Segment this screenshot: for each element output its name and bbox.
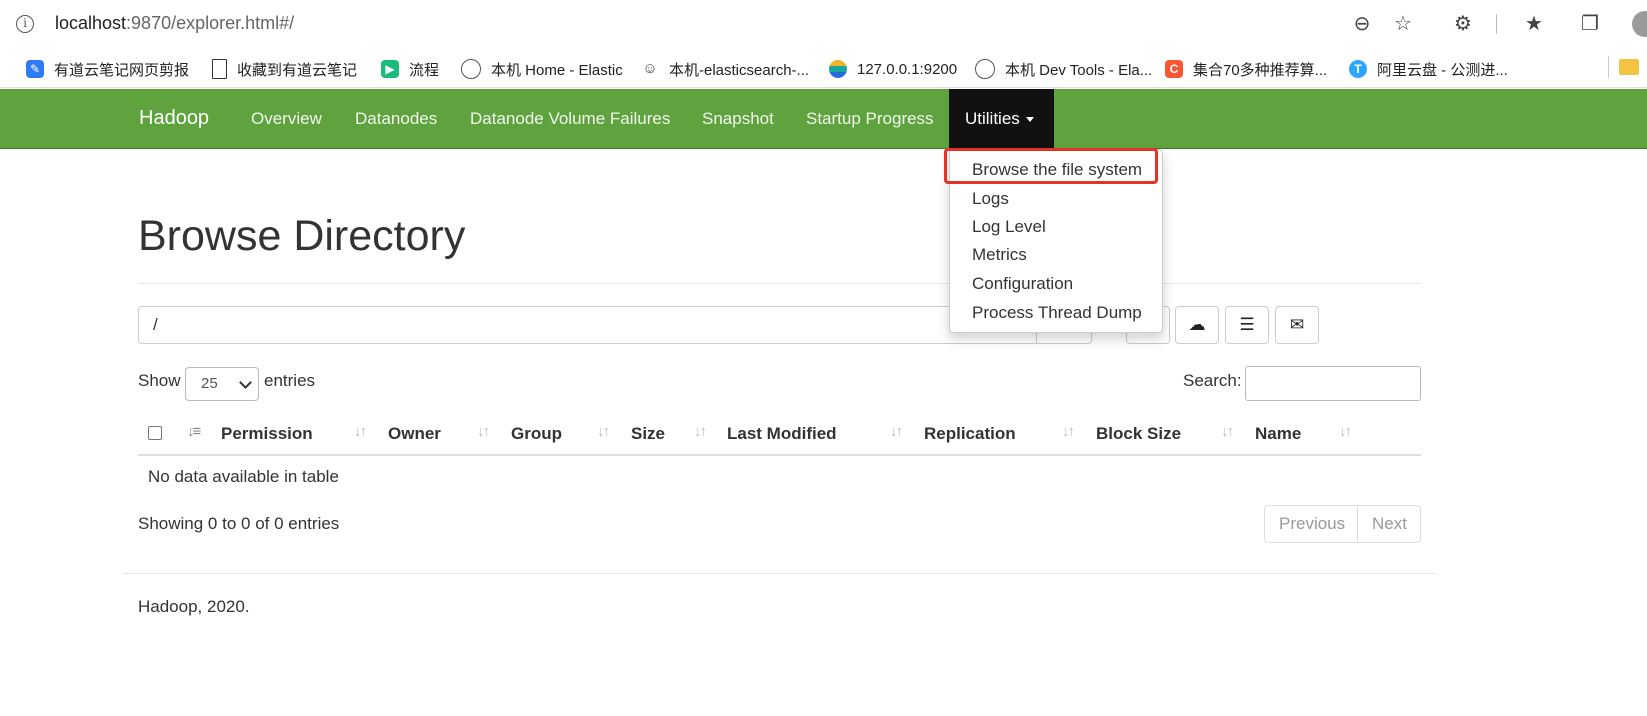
page-title: Browse Directory <box>138 212 466 260</box>
sort-icon[interactable]: ↓↑ <box>354 423 367 440</box>
bookmark-aliyun-drive[interactable]: T 阿里云盘 - 公测进... <box>1349 58 1508 80</box>
bookmark-dev-tools[interactable]: 本机 Dev Tools - Ela... <box>975 58 1152 80</box>
footer-text: Hadoop, 2020. <box>138 597 250 616</box>
flow-icon: ▶ <box>381 60 399 78</box>
menu-process-thread-dump[interactable]: Process Thread Dump <box>972 303 1142 323</box>
bookmark-label: 阿里云盘 - 公测进... <box>1377 61 1508 79</box>
column-group[interactable]: Group <box>511 424 562 444</box>
column-replication[interactable]: Replication <box>924 424 1016 444</box>
search-input[interactable] <box>1245 366 1421 401</box>
site-info-icon[interactable]: i <box>16 15 34 33</box>
upload-button[interactable]: ☁ <box>1175 306 1219 344</box>
bookmark-label: 本机 Home - Elastic <box>491 61 623 79</box>
sort-icon[interactable]: ↓↑ <box>1221 423 1234 440</box>
menu-browse-file-system[interactable]: Browse the file system <box>972 160 1142 180</box>
other-favorites-folder-icon[interactable] <box>1619 59 1639 75</box>
page-length-select[interactable]: 25 <box>185 367 259 401</box>
favorites-icon[interactable]: ★ <box>1522 12 1546 36</box>
table-info: Showing 0 to 0 of 0 entries <box>138 514 340 533</box>
table-header-divider <box>138 454 1421 456</box>
cloud-upload-icon: ☁ <box>1188 315 1206 334</box>
footer-divider <box>123 573 1436 574</box>
column-size[interactable]: Size <box>631 424 665 444</box>
utilities-dropdown-menu: Browse the file system Logs Log Level Me… <box>949 149 1163 333</box>
bookmark-label: 收藏到有道云笔记 <box>237 61 358 79</box>
navbar: Hadoop Overview Datanodes Datanode Volum… <box>0 89 1647 149</box>
column-name[interactable]: Name <box>1255 424 1301 444</box>
navbar-brand[interactable]: Hadoop <box>139 107 209 130</box>
bookmark-youdao-clipper[interactable]: ✎ 有道云笔记网页剪报 <box>26 58 189 80</box>
bookmark-csdn[interactable]: C 集合70多种推荐算... <box>1165 58 1327 80</box>
nav-utilities[interactable]: Utilities <box>949 89 1054 148</box>
move-button[interactable]: ✉ <box>1275 306 1319 344</box>
extension-gear-icon[interactable]: ⚙ <box>1451 12 1475 36</box>
folder-move-icon: ✉ <box>1289 315 1305 334</box>
sort-icon[interactable]: ↓↑ <box>597 423 610 440</box>
column-block-size[interactable]: Block Size <box>1096 424 1181 444</box>
nav-utilities-label: Utilities <box>965 109 1020 128</box>
directory-path-input[interactable]: / <box>138 306 1038 344</box>
nav-datanode-volume-failures[interactable]: Datanode Volume Failures <box>454 89 686 148</box>
profile-avatar[interactable] <box>1632 11 1647 37</box>
search-label: Search: <box>1183 371 1242 390</box>
bookmark-label: 本机-elasticsearch-... <box>669 61 810 79</box>
sort-icon[interactable]: ↓↑ <box>890 423 903 440</box>
bookmark-label: 集合70多种推荐算... <box>1193 61 1328 79</box>
elastic-logo-icon <box>829 60 847 78</box>
url-path: :9870/explorer.html#/ <box>126 13 295 33</box>
url-field[interactable]: localhost:9870/explorer.html#/ <box>55 13 294 34</box>
bookmark-localhost-9200[interactable]: 127.0.0.1:9200 <box>829 58 957 80</box>
bookmark-label: 流程 <box>409 61 440 79</box>
menu-metrics[interactable]: Metrics <box>972 245 1027 265</box>
elasticsearch-head-icon: ☺ <box>641 60 659 78</box>
address-bar: i localhost:9870/explorer.html#/ ⊖ ☆ ⚙ ★… <box>0 0 1647 50</box>
bookmark-youdao-save[interactable]: 收藏到有道云笔记 <box>212 58 357 80</box>
sort-icon[interactable]: ↓↑ <box>694 423 707 440</box>
page-icon <box>212 59 227 79</box>
title-divider <box>138 283 1421 284</box>
sort-icon[interactable]: ↓↑ <box>1339 423 1352 440</box>
table-empty-message: No data available in table <box>148 467 339 486</box>
csdn-icon: C <box>1165 60 1183 78</box>
nav-snapshot[interactable]: Snapshot <box>686 89 790 148</box>
elastic-icon <box>461 59 481 79</box>
sort-asc-icon[interactable]: ↓≡ <box>187 423 201 440</box>
zoom-out-icon[interactable]: ⊖ <box>1350 12 1374 36</box>
column-last-modified[interactable]: Last Modified <box>727 424 837 444</box>
bookmark-label: 127.0.0.1:9200 <box>857 60 958 78</box>
bookmark-elasticsearch-head[interactable]: ☺ 本机-elasticsearch-... <box>641 58 809 80</box>
menu-log-level[interactable]: Log Level <box>972 217 1046 237</box>
column-permission[interactable]: Permission <box>221 424 313 444</box>
bookmarks-bar: ✎ 有道云笔记网页剪报 收藏到有道云笔记 ▶ 流程 本机 Home - Elas… <box>0 50 1647 88</box>
sort-icon[interactable]: ↓↑ <box>477 423 490 440</box>
nav-datanodes[interactable]: Datanodes <box>339 89 453 148</box>
nav-startup-progress[interactable]: Startup Progress <box>790 89 950 148</box>
sort-icon[interactable]: ↓↑ <box>1062 423 1075 440</box>
elastic-icon <box>975 59 995 79</box>
menu-logs[interactable]: Logs <box>972 189 1009 209</box>
page-length-value: 25 <box>201 375 218 392</box>
next-page-button[interactable]: Next <box>1357 505 1421 543</box>
youdao-icon: ✎ <box>26 60 44 78</box>
add-favorite-icon[interactable]: ☆ <box>1391 12 1415 36</box>
bookmark-label: 本机 Dev Tools - Ela... <box>1005 61 1153 79</box>
bookmark-label: 有道云笔记网页剪报 <box>54 61 190 79</box>
column-owner[interactable]: Owner <box>388 424 441 444</box>
nav-overview[interactable]: Overview <box>235 89 338 148</box>
list-icon: ☰ <box>1239 315 1255 334</box>
bookmark-elastic-home[interactable]: 本机 Home - Elastic <box>461 58 623 80</box>
aliyun-drive-icon: T <box>1349 60 1367 78</box>
menu-configuration[interactable]: Configuration <box>972 274 1073 294</box>
show-label: Show <box>138 371 181 390</box>
chevron-down-icon <box>239 376 252 389</box>
entries-label: entries <box>264 371 316 390</box>
collections-icon[interactable]: ❐ <box>1578 12 1602 36</box>
bookmark-flow[interactable]: ▶ 流程 <box>381 58 439 80</box>
select-all-checkbox[interactable] <box>148 426 162 440</box>
cut-paste-button[interactable]: ☰ <box>1225 306 1269 344</box>
previous-page-button[interactable]: Previous <box>1264 505 1358 543</box>
url-host: localhost <box>55 13 127 33</box>
caret-down-icon <box>1025 117 1034 123</box>
